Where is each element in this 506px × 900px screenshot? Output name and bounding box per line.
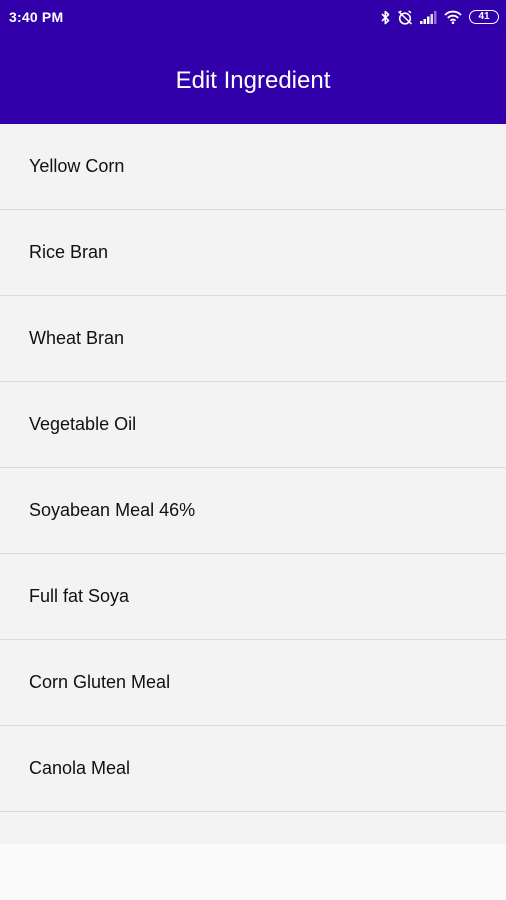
- list-item-ingredient[interactable]: Corn Gluten Meal: [0, 640, 506, 726]
- list-item-label: Full fat Soya: [29, 586, 130, 606]
- list-item-label: Canola Meal: [29, 758, 131, 778]
- app-bar: 3:40 PM 41 Edit Ingredient: [0, 0, 506, 124]
- list-item-ingredient[interactable]: Soyabean Meal 46%: [0, 468, 506, 554]
- list-item-ingredient[interactable]: Full fat Soya: [0, 554, 506, 640]
- page-title: Edit Ingredient: [175, 67, 331, 94]
- status-bar: 3:40 PM 41: [0, 0, 506, 34]
- list-item-ingredient[interactable]: Wheat Bran: [0, 296, 506, 382]
- status-time: 3:40 PM: [9, 9, 64, 25]
- list-end-space: [0, 844, 506, 900]
- list-item-label: Vegetable Oil: [29, 414, 137, 434]
- alarm-off-icon: [397, 9, 413, 25]
- battery-icon: 41: [469, 10, 499, 24]
- signal-icon: [420, 10, 437, 24]
- list-item-ingredient[interactable]: Vegetable Oil: [0, 382, 506, 468]
- list-item-label: Wheat Bran: [29, 328, 125, 348]
- wifi-icon: [444, 10, 462, 24]
- list-item-partial[interactable]: [0, 812, 506, 844]
- list-item-label: Yellow Corn: [29, 156, 125, 176]
- list-item-ingredient[interactable]: Yellow Corn: [0, 124, 506, 210]
- list-item-label: Corn Gluten Meal: [29, 672, 171, 692]
- bluetooth-icon: [381, 10, 390, 25]
- list-item-label: Rice Bran: [29, 242, 109, 262]
- status-icons: 41: [381, 9, 499, 25]
- ingredient-list: Yellow Corn Rice Bran Wheat Bran Vegetab…: [0, 124, 506, 844]
- list-item-ingredient[interactable]: Canola Meal: [0, 726, 506, 812]
- list-item-ingredient[interactable]: Rice Bran: [0, 210, 506, 296]
- list-item-label: Soyabean Meal 46%: [29, 500, 196, 520]
